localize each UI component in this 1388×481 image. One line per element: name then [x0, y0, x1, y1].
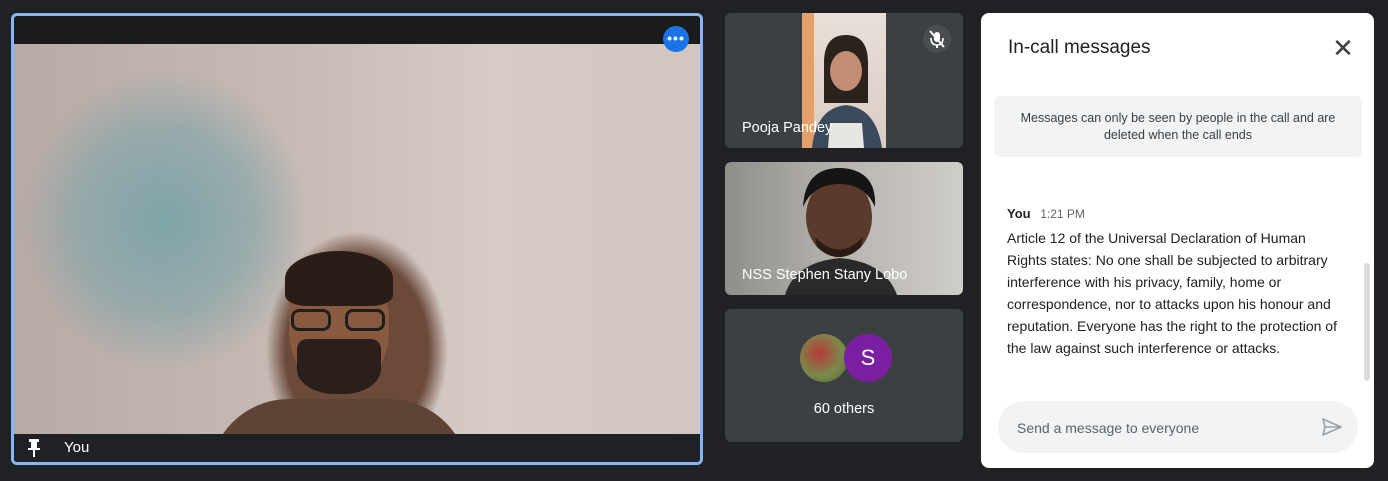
send-icon[interactable]: [1320, 415, 1344, 439]
pin-icon[interactable]: [26, 438, 42, 458]
others-tile[interactable]: S 60 others: [725, 309, 963, 442]
message-input[interactable]: [1015, 401, 1309, 455]
in-call-messages-panel: In-call messages ✕ Messages can only be …: [981, 13, 1374, 468]
main-video-feed: [14, 44, 700, 462]
main-participant-name: You: [64, 439, 90, 456]
avatar: [800, 334, 848, 382]
close-button[interactable]: ✕: [1332, 35, 1354, 61]
chat-notice: Messages can only be seen by people in t…: [994, 96, 1362, 157]
avatar: S: [844, 334, 892, 382]
participant-tile[interactable]: Pooja Pandey: [725, 13, 963, 148]
panel-title: In-call messages: [1008, 37, 1151, 58]
others-count-label: 60 others: [813, 401, 875, 417]
main-video-tile[interactable]: ••• You: [11, 13, 703, 465]
main-tile-name-bar: You: [14, 434, 700, 462]
more-options-button[interactable]: •••: [663, 26, 689, 52]
participant-tile[interactable]: NSS Stephen Stany Lobo: [725, 162, 963, 295]
message-sender: You: [1007, 206, 1031, 221]
participant-name: NSS Stephen Stany Lobo: [742, 267, 908, 283]
chat-message: You 1:21 PM Article 12 of the Universal …: [1007, 206, 1342, 359]
chat-scrollbar[interactable]: [1364, 263, 1370, 381]
message-header: You 1:21 PM: [1007, 206, 1342, 221]
message-timestamp: 1:21 PM: [1040, 207, 1085, 221]
message-text: Article 12 of the Universal Declaration …: [1007, 230, 1337, 356]
mic-off-icon: [923, 25, 951, 53]
participant-name: Pooja Pandey: [742, 120, 833, 136]
close-icon: ✕: [1332, 33, 1354, 63]
more-horiz-icon: •••: [667, 30, 685, 46]
others-avatars: S: [800, 334, 895, 382]
message-composer: [998, 401, 1358, 455]
participant-video-image: [209, 251, 469, 462]
